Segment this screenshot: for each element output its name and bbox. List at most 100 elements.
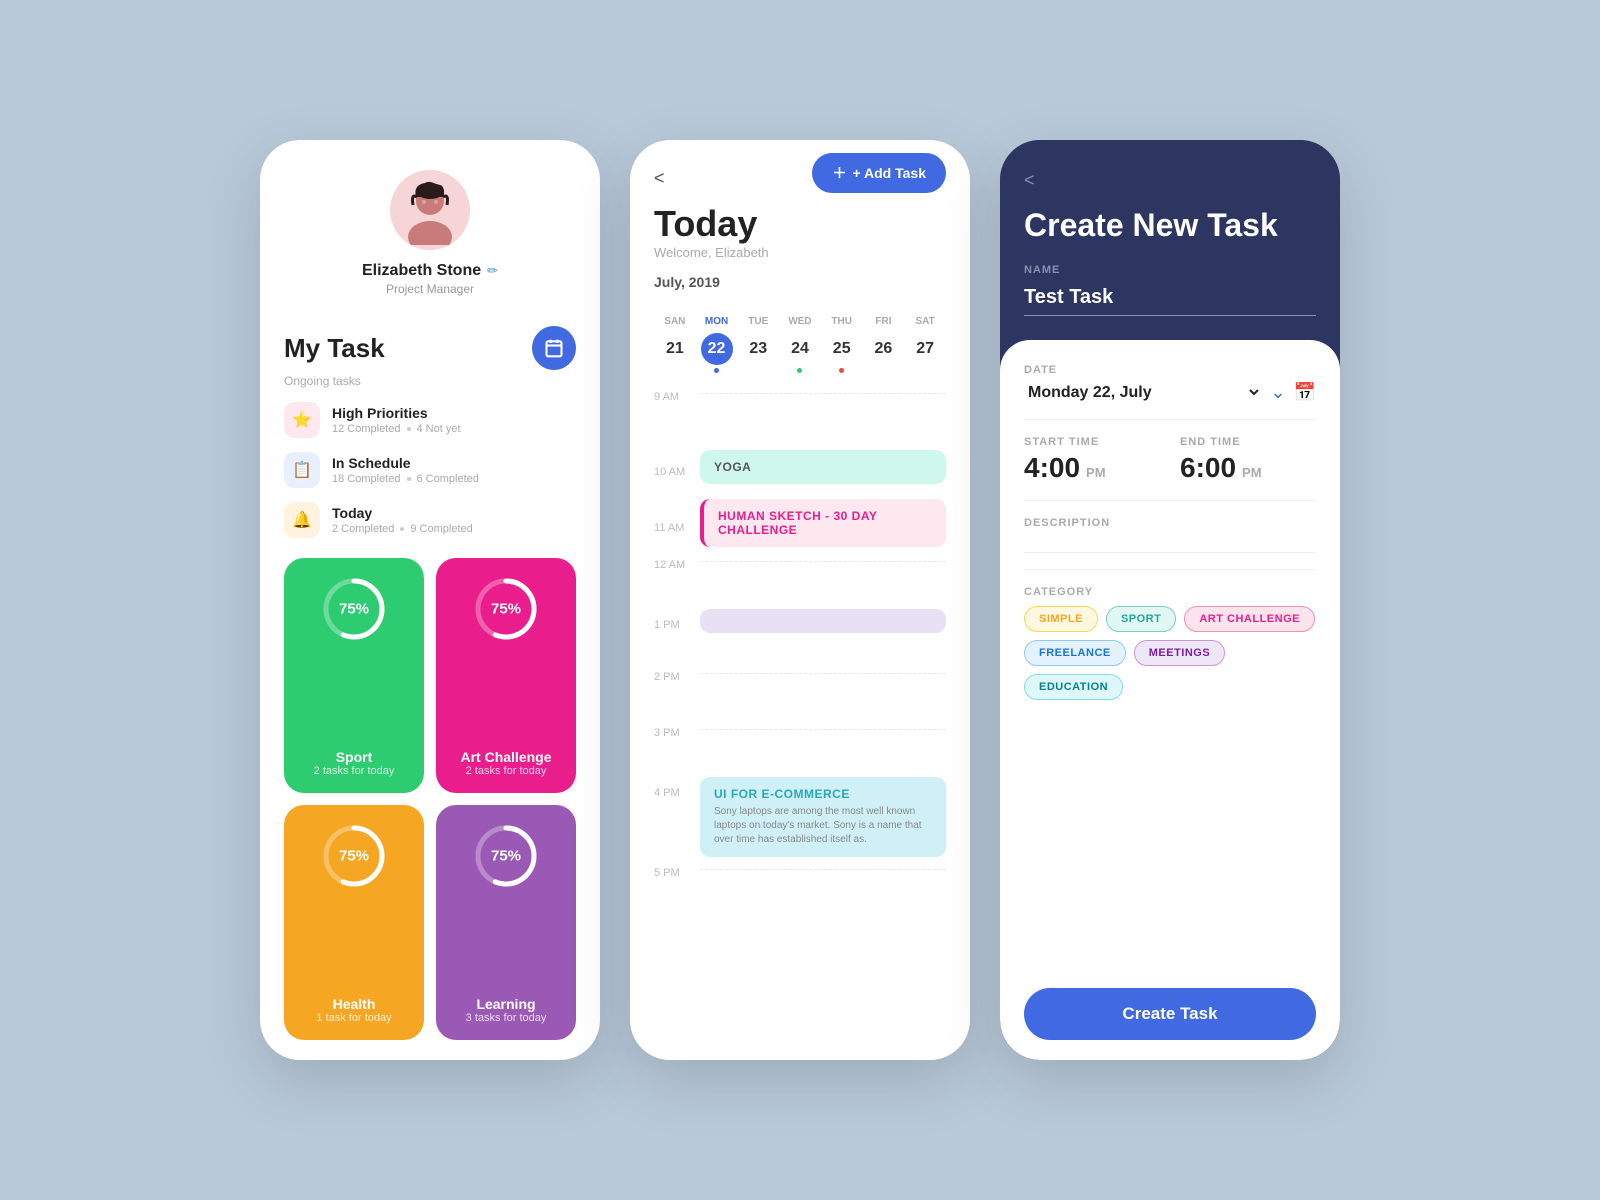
day-mon[interactable]: MON 22 — [696, 316, 738, 373]
ecommerce-event[interactable] — [700, 609, 946, 633]
day-wed[interactable]: WED 24 — [779, 316, 821, 373]
category-cards-grid: 75% Sport 2 tasks for today 75% Art Chal… — [284, 558, 576, 1040]
day-sat[interactable]: SAT 27 — [904, 316, 946, 373]
end-time-value: 6:00 — [1180, 452, 1236, 484]
timeline-row: 1 PM — [654, 609, 946, 665]
start-ampm: PM — [1086, 465, 1106, 480]
mini-card-title: Learning — [476, 996, 535, 1012]
add-task-button[interactable]: ＋ + Add Task — [812, 153, 946, 193]
ring-wrap: 75% — [319, 821, 389, 891]
today-icon: 🔔 — [284, 502, 320, 538]
art-challenge-card[interactable]: 75% Art Challenge 2 tasks for today — [436, 558, 576, 793]
start-time-label: START TIME — [1024, 436, 1160, 448]
timeline-row: 2 PM — [654, 665, 946, 721]
task-meta: 18 Completed 6 Completed — [332, 473, 479, 485]
date-row: Monday 22, July ⌄ 📅 — [1024, 382, 1316, 403]
timeline-row: 4 PM UI FOR E-COMMERCE Sony laptops are … — [654, 777, 946, 861]
high-priority-icon: ⭐ — [284, 402, 320, 438]
timeline-row: 11 AM HUMAN SKETCH - 30 DAY CHALLENGE — [654, 497, 946, 553]
create-task-button[interactable]: Create Task — [1024, 988, 1316, 1040]
category-tags: SIMPLE SPORT ART CHALLENGE FREELANCE MEE… — [1024, 606, 1316, 700]
calendar-icon[interactable]: 📅 — [1294, 382, 1316, 403]
profile-name-row: Elizabeth Stone ✏ — [362, 262, 498, 280]
ring-wrap: 75% — [471, 821, 541, 891]
profile-section: Elizabeth Stone ✏ Project Manager — [284, 170, 576, 316]
schedule-icon: 📋 — [284, 452, 320, 488]
task-meta: 12 Completed 4 Not yet — [332, 423, 461, 435]
task-name: High Priorities — [332, 405, 461, 421]
card-create-task: < Create New Task NAME DATE Monday 22, J… — [1000, 140, 1340, 1060]
timeline-row: 9 AM — [654, 385, 946, 441]
cat-freelance[interactable]: FREELANCE — [1024, 640, 1126, 666]
mini-card-title: Art Challenge — [460, 749, 551, 765]
day-san[interactable]: SAN 21 — [654, 316, 696, 373]
list-item[interactable]: 🔔 Today 2 Completed 9 Completed — [284, 502, 576, 538]
dot-divider — [407, 477, 411, 481]
divider — [1024, 569, 1316, 570]
welcome-subtitle: Welcome, Elizabeth — [654, 245, 946, 260]
description-input[interactable] — [1024, 529, 1316, 553]
health-card[interactable]: 75% Health 1 task for today — [284, 805, 424, 1040]
task-name: Today — [332, 505, 473, 521]
mytask-title: My Task — [284, 333, 385, 364]
human-sketch-event[interactable]: HUMAN SKETCH - 30 DAY CHALLENGE — [700, 499, 946, 547]
timeline: 9 AM 10 AM YOGA 11 AM HUMAN SKETCH - 30 … — [630, 385, 970, 1060]
date-label: DATE — [1024, 364, 1316, 376]
category-group: CATEGORY SIMPLE SPORT ART CHALLENGE FREE… — [1024, 586, 1316, 700]
mini-card-sub: 1 task for today — [316, 1012, 391, 1024]
list-item[interactable]: ⭐ High Priorities 12 Completed 4 Not yet — [284, 402, 576, 438]
meetup-event[interactable]: UI FOR E-COMMERCE Sony laptops are among… — [700, 777, 946, 857]
task-list: ⭐ High Priorities 12 Completed 4 Not yet… — [284, 402, 576, 538]
week-calendar: SAN 21 MON 22 TUE 23 WED 24 THU 25 FRI 2… — [630, 316, 970, 373]
mini-card-title: Sport — [336, 749, 373, 765]
cat-meetings[interactable]: MEETINGS — [1134, 640, 1225, 666]
end-time-label: END TIME — [1180, 436, 1316, 448]
chevron-down-icon: ⌄ — [1270, 382, 1285, 403]
timeline-row: 3 PM — [654, 721, 946, 777]
date-select[interactable]: Monday 22, July — [1024, 383, 1262, 402]
edit-profile-icon[interactable]: ✏ — [487, 263, 498, 279]
day-thu[interactable]: THU 25 — [821, 316, 863, 373]
card2-header: < ＋ + Add Task Today Welcome, Elizabeth … — [630, 140, 970, 306]
ring-wrap: 75% — [319, 574, 389, 644]
dot-divider — [400, 527, 404, 531]
sport-card[interactable]: 75% Sport 2 tasks for today — [284, 558, 424, 793]
ring-wrap: 75% — [471, 574, 541, 644]
back-button[interactable]: < — [1024, 170, 1316, 191]
yoga-event[interactable]: YOGA — [700, 450, 946, 484]
mini-card-sub: 2 tasks for today — [314, 765, 395, 777]
time-row-form: START TIME 4:00 PM END TIME 6:00 PM — [1024, 436, 1316, 484]
task-name-input[interactable] — [1024, 282, 1316, 316]
day-fri[interactable]: FRI 26 — [863, 316, 905, 373]
today-title: Today — [654, 203, 946, 245]
day-tue[interactable]: TUE 23 — [737, 316, 779, 373]
date-group: DATE Monday 22, July ⌄ 📅 — [1024, 364, 1316, 403]
mytask-sub: Ongoing tasks — [284, 374, 576, 388]
task-meta: 2 Completed 9 Completed — [332, 523, 473, 535]
timeline-row: 12 AM — [654, 553, 946, 609]
profile-role: Project Manager — [386, 282, 474, 296]
start-time-group: START TIME 4:00 PM — [1024, 436, 1160, 484]
card-today: < ＋ + Add Task Today Welcome, Elizabeth … — [630, 140, 970, 1060]
avatar — [390, 170, 470, 250]
create-task-dark-header: < Create New Task NAME — [1000, 140, 1340, 340]
profile-name: Elizabeth Stone — [362, 262, 481, 280]
cat-art-challenge[interactable]: ART CHALLENGE — [1184, 606, 1315, 632]
mini-card-sub: 2 tasks for today — [466, 765, 547, 777]
plus-icon: ＋ — [832, 163, 846, 183]
divider — [1024, 419, 1316, 420]
timeline-row: 10 AM YOGA — [654, 441, 946, 497]
cat-simple[interactable]: SIMPLE — [1024, 606, 1098, 632]
name-label: NAME — [1024, 264, 1316, 276]
description-label: DESCRIPTION — [1024, 517, 1316, 529]
cat-education[interactable]: EDUCATION — [1024, 674, 1123, 700]
description-group: DESCRIPTION — [1024, 517, 1316, 553]
learning-card[interactable]: 75% Learning 3 tasks for today — [436, 805, 576, 1040]
end-time-group: END TIME 6:00 PM — [1180, 436, 1316, 484]
task-name: In Schedule — [332, 455, 479, 471]
calendar-fab-button[interactable] — [532, 326, 576, 370]
list-item[interactable]: 📋 In Schedule 18 Completed 6 Completed — [284, 452, 576, 488]
cat-sport[interactable]: SPORT — [1106, 606, 1176, 632]
divider — [1024, 500, 1316, 501]
month-label: July, 2019 — [654, 274, 946, 290]
